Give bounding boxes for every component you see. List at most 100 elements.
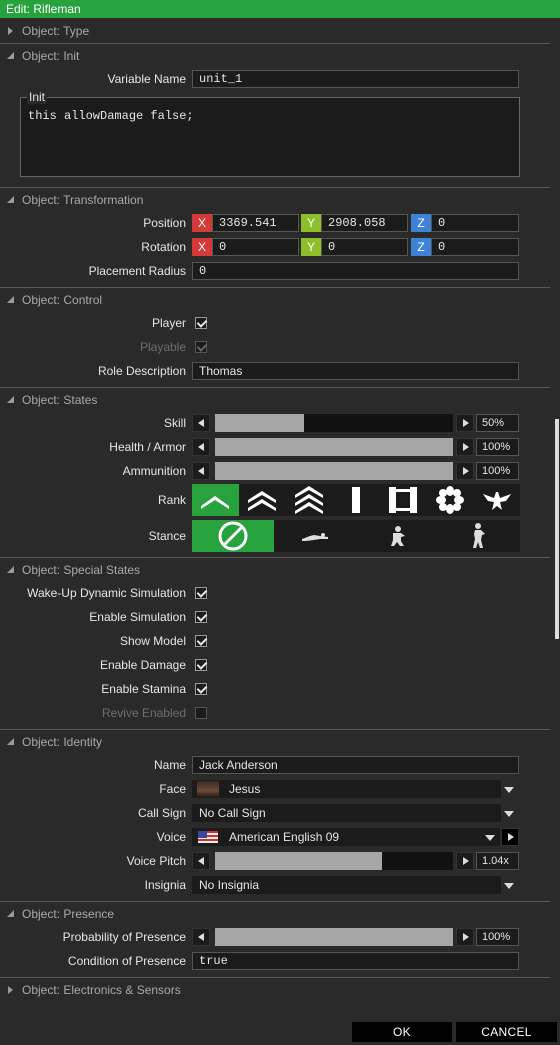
attributes-panel: Object: Type Object: Init Variable Name … (0, 19, 550, 1020)
voice-pitch-label: Voice Pitch (126, 854, 186, 868)
enable-damage-checkbox[interactable] (195, 659, 207, 671)
position-label: Position (143, 216, 186, 230)
skill-slider[interactable] (215, 414, 453, 432)
private-icon (201, 496, 230, 509)
rank-label: Rank (157, 493, 186, 507)
ammunition-value[interactable]: 100% (476, 462, 519, 480)
rotation-x-input[interactable]: 0 (212, 238, 299, 256)
health-increase-button[interactable] (456, 438, 474, 456)
face-row: Face Jesus (0, 777, 550, 801)
stance-standing[interactable] (438, 520, 520, 552)
enable-stamina-checkbox[interactable] (195, 683, 207, 695)
health-decrease-button[interactable] (192, 438, 210, 456)
ok-button[interactable]: OK (352, 1022, 452, 1042)
stance-label: Stance (148, 529, 186, 543)
wake-up-checkbox[interactable] (195, 587, 207, 599)
section-identity-header[interactable]: Object: Identity (0, 729, 550, 753)
probability-increase-button[interactable] (456, 928, 474, 946)
name-row: Name Jack Anderson (0, 753, 550, 777)
ammunition-decrease-button[interactable] (192, 462, 210, 480)
call-sign-dropdown[interactable]: No Call Sign (192, 804, 501, 822)
init-code-editor[interactable]: Init this allowDamage false; (20, 90, 520, 177)
rank-private[interactable] (192, 484, 239, 516)
enable-damage-label: Enable Damage (99, 658, 186, 672)
role-description-row: Role Description Thomas (0, 359, 550, 383)
health-slider[interactable] (215, 438, 453, 456)
player-checkbox[interactable] (195, 317, 207, 329)
section-title: Object: States (22, 392, 98, 407)
position-x-input[interactable]: 3369.541 (212, 214, 299, 232)
section-title: Object: Electronics & Sensors (22, 982, 181, 997)
ammunition-row: Ammunition 100% (0, 459, 550, 483)
play-voice-button[interactable] (501, 828, 519, 846)
collapse-icon (0, 288, 22, 312)
rank-sergeant[interactable] (286, 484, 333, 516)
role-description-input[interactable]: Thomas (192, 362, 519, 380)
rank-colonel[interactable] (473, 484, 520, 516)
position-row: Position X 3369.541 Y 2908.058 Z 0 (0, 211, 550, 235)
placement-radius-row: Placement Radius 0 (0, 259, 550, 283)
probability-decrease-button[interactable] (192, 928, 210, 946)
health-slider-fill (215, 438, 453, 456)
position-z-input[interactable]: 0 (431, 214, 519, 232)
rank-selector (192, 484, 520, 516)
cancel-button[interactable]: CANCEL (456, 1022, 557, 1042)
stance-auto[interactable] (192, 520, 274, 552)
rotation-y-input[interactable]: 0 (321, 238, 408, 256)
position-y-input[interactable]: 2908.058 (321, 214, 408, 232)
enable-simulation-label: Enable Simulation (89, 610, 186, 624)
rotation-z-input[interactable]: 0 (431, 238, 519, 256)
ammunition-slider[interactable] (215, 462, 453, 480)
face-label: Face (159, 782, 186, 796)
probability-slider[interactable] (215, 928, 453, 946)
section-special-states-header[interactable]: Object: Special States (0, 557, 550, 581)
skill-decrease-button[interactable] (192, 414, 210, 432)
rank-major[interactable] (426, 484, 473, 516)
stance-crouch[interactable] (356, 520, 438, 552)
enable-simulation-checkbox[interactable] (195, 611, 207, 623)
rank-lieutenant[interactable] (333, 484, 380, 516)
health-value[interactable]: 100% (476, 438, 519, 456)
face-dropdown[interactable]: Jesus (192, 780, 501, 798)
ammunition-increase-button[interactable] (456, 462, 474, 480)
rank-corporal[interactable] (239, 484, 286, 516)
variable-name-input[interactable]: unit_1 (192, 70, 519, 88)
pitch-decrease-button[interactable] (192, 852, 210, 870)
revive-enabled-label: Revive Enabled (101, 706, 186, 720)
probability-value[interactable]: 100% (476, 928, 519, 946)
section-electronics-header[interactable]: Object: Electronics & Sensors (0, 977, 550, 1001)
collapse-icon (0, 558, 22, 582)
colonel-icon (482, 492, 511, 510)
skill-increase-button[interactable] (456, 414, 474, 432)
placement-radius-input[interactable]: 0 (192, 262, 519, 280)
skill-value[interactable]: 50% (476, 414, 519, 432)
scrollbar[interactable] (553, 19, 560, 1020)
placement-radius-label: Placement Radius (88, 264, 186, 278)
section-control-header[interactable]: Object: Control (0, 287, 550, 311)
voice-pitch-fill (215, 852, 382, 870)
name-input[interactable]: Jack Anderson (192, 756, 519, 774)
section-presence-header[interactable]: Object: Presence (0, 901, 550, 925)
voice-pitch-slider[interactable] (215, 852, 453, 870)
insignia-dropdown[interactable]: No Insignia (192, 876, 501, 894)
section-title: Object: Transformation (22, 192, 144, 207)
axis-x-label: X (192, 238, 212, 256)
rank-row: Rank (0, 483, 550, 519)
pitch-increase-button[interactable] (456, 852, 474, 870)
chevron-down-icon[interactable] (485, 835, 495, 841)
chevron-down-icon[interactable] (504, 787, 514, 793)
voice-dropdown[interactable]: American English 09 (192, 828, 500, 846)
stance-prone[interactable] (274, 520, 356, 552)
section-init-header[interactable]: Object: Init (0, 43, 550, 67)
show-model-checkbox[interactable] (195, 635, 207, 647)
chevron-down-icon[interactable] (504, 811, 514, 817)
scrollbar-thumb[interactable] (555, 419, 559, 639)
chevron-down-icon[interactable] (504, 883, 514, 889)
init-row: Init this allowDamage false; (0, 90, 550, 187)
voice-pitch-value[interactable]: 1.04x (476, 852, 519, 870)
rank-captain[interactable] (379, 484, 426, 516)
condition-input[interactable]: true (192, 952, 519, 970)
section-type-header[interactable]: Object: Type (0, 19, 550, 43)
section-states-header[interactable]: Object: States (0, 387, 550, 411)
section-transformation-header[interactable]: Object: Transformation (0, 187, 550, 211)
